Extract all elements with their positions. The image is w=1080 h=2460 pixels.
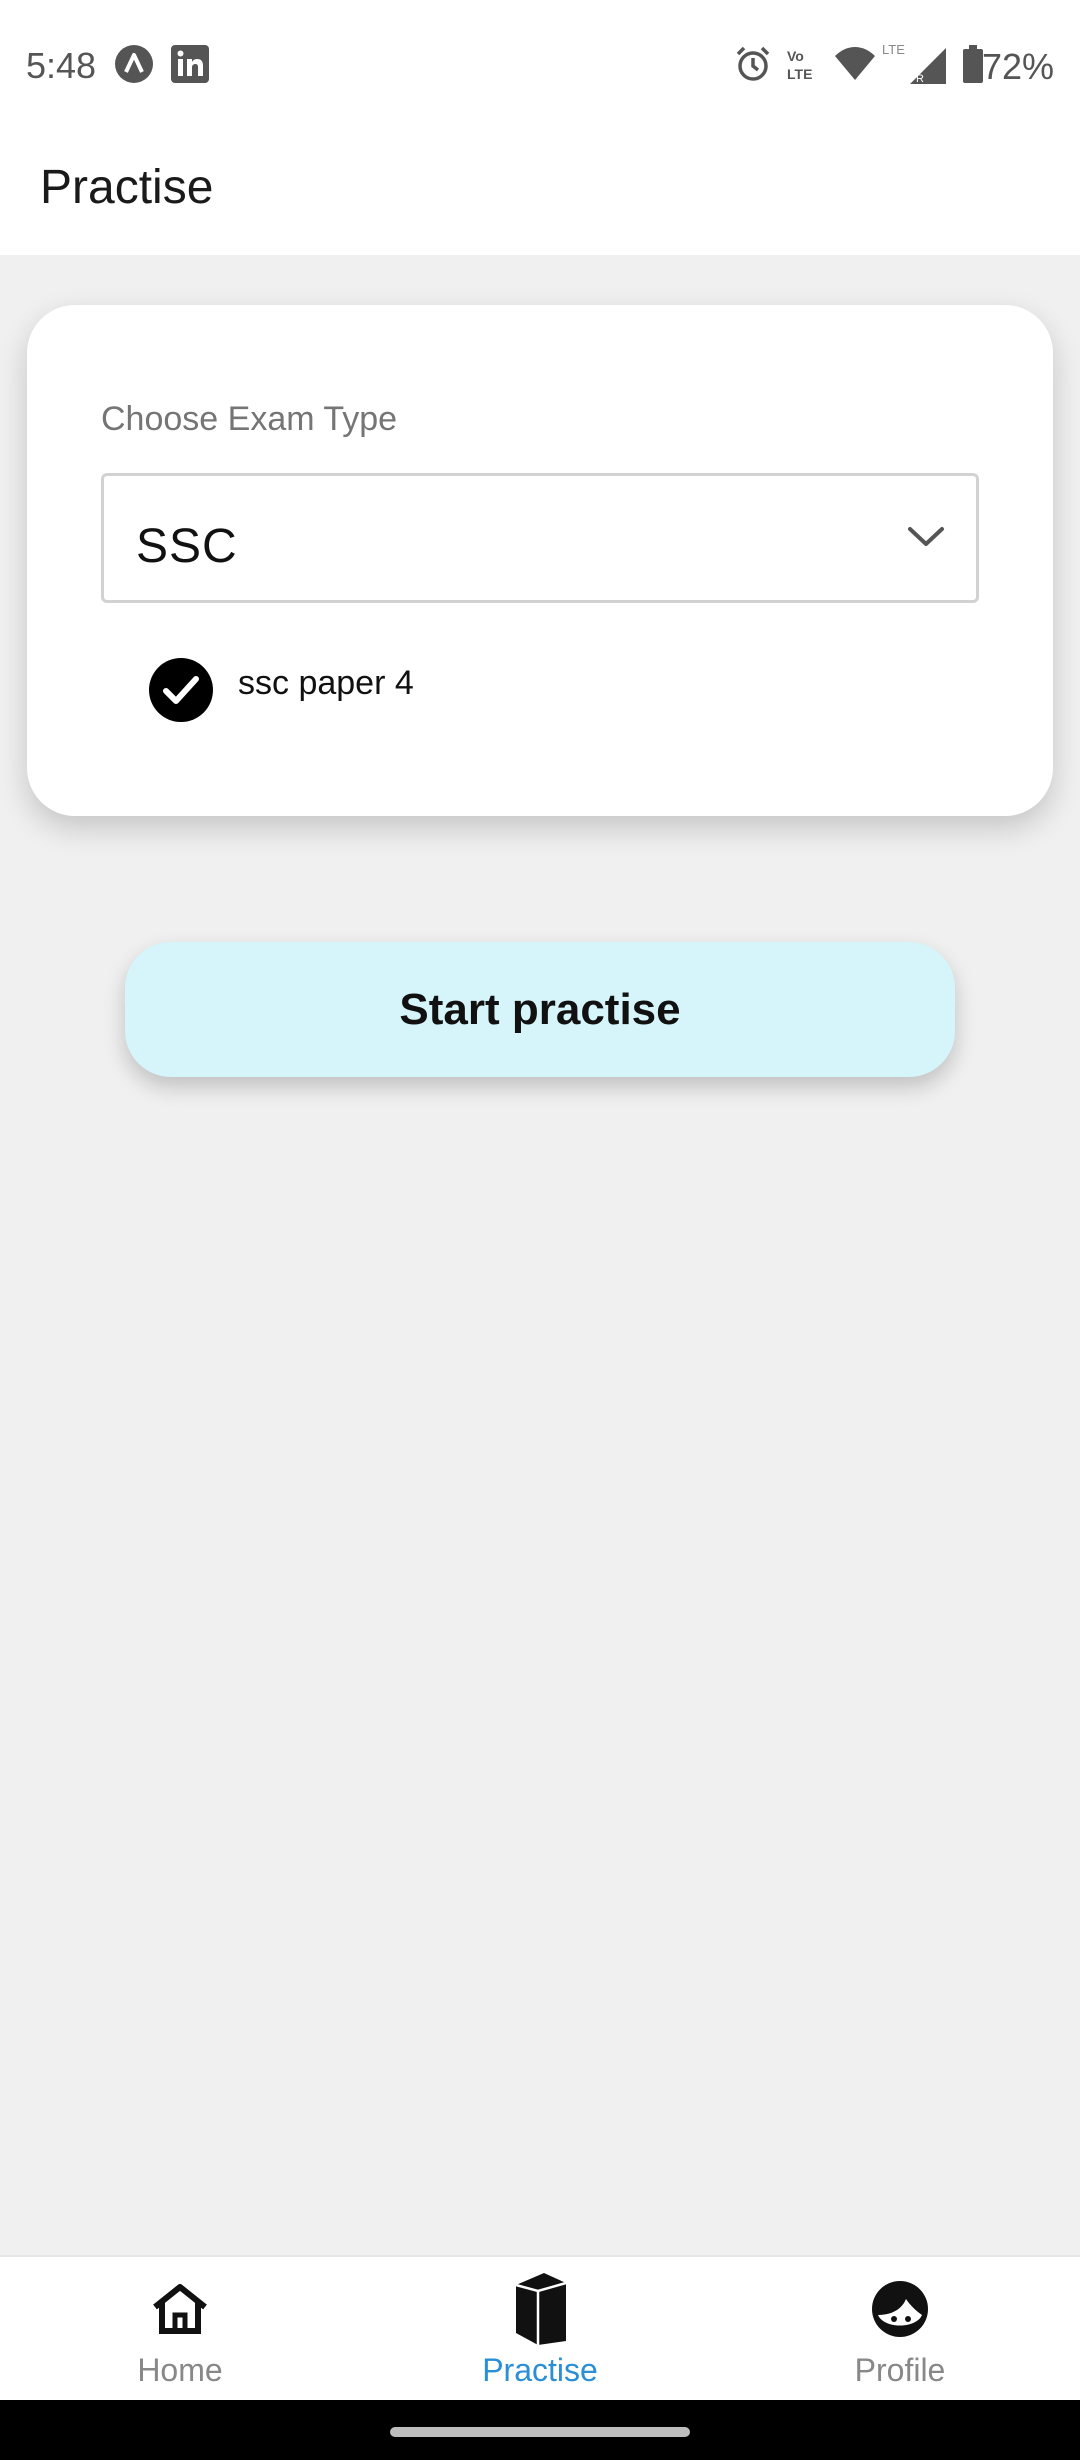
system-navigation-bar	[0, 2400, 1080, 2460]
checkbox-checked-icon[interactable]	[149, 658, 213, 722]
wifi-icon	[833, 44, 877, 89]
status-time: 5:48	[26, 45, 97, 86]
nav-item-profile[interactable]: Profile	[720, 2257, 1080, 2402]
nav-item-home[interactable]: Home	[0, 2257, 360, 2402]
chevron-down-icon	[906, 524, 946, 555]
linkedin-icon	[170, 44, 210, 89]
nav-label-profile: Profile	[854, 2352, 946, 2388]
nav-label-home: Home	[137, 2352, 223, 2388]
home-icon	[151, 2283, 209, 2340]
bottom-navigation: Home Practise Profile	[0, 2255, 1080, 2400]
exam-type-card: Choose Exam Type SSC ssc paper 4	[27, 305, 1053, 816]
paper-checkbox-label: ssc paper 4	[238, 664, 414, 702]
alarm-icon	[733, 44, 773, 89]
nav-label-practise: Practise	[482, 2352, 598, 2388]
exam-type-selected-value: SSC	[136, 520, 238, 573]
svg-text:LTE: LTE	[787, 66, 812, 82]
status-bar: 5:48 Vo LTE LTE R 72%	[0, 0, 1080, 130]
svg-text:R: R	[916, 73, 924, 85]
signal-icon: LTE R	[880, 40, 950, 91]
home-gesture-handle[interactable]	[390, 2427, 690, 2437]
svg-text:Vo: Vo	[787, 48, 804, 64]
notification-a-icon	[114, 44, 154, 89]
page-title: Practise	[40, 161, 214, 214]
volte-icon: Vo LTE	[785, 44, 825, 89]
svg-text:LTE: LTE	[882, 42, 905, 57]
battery-percent: 72%	[981, 46, 1054, 87]
book-icon	[508, 2271, 572, 2352]
start-practise-button[interactable]: Start practise	[125, 942, 955, 1077]
nav-item-practise[interactable]: Practise	[360, 2257, 720, 2402]
battery-icon	[962, 44, 984, 89]
exam-type-select[interactable]: SSC	[101, 473, 979, 603]
exam-type-label: Choose Exam Type	[101, 400, 398, 438]
profile-face-icon	[870, 2279, 930, 2344]
app-bar: Practise	[0, 130, 1080, 255]
